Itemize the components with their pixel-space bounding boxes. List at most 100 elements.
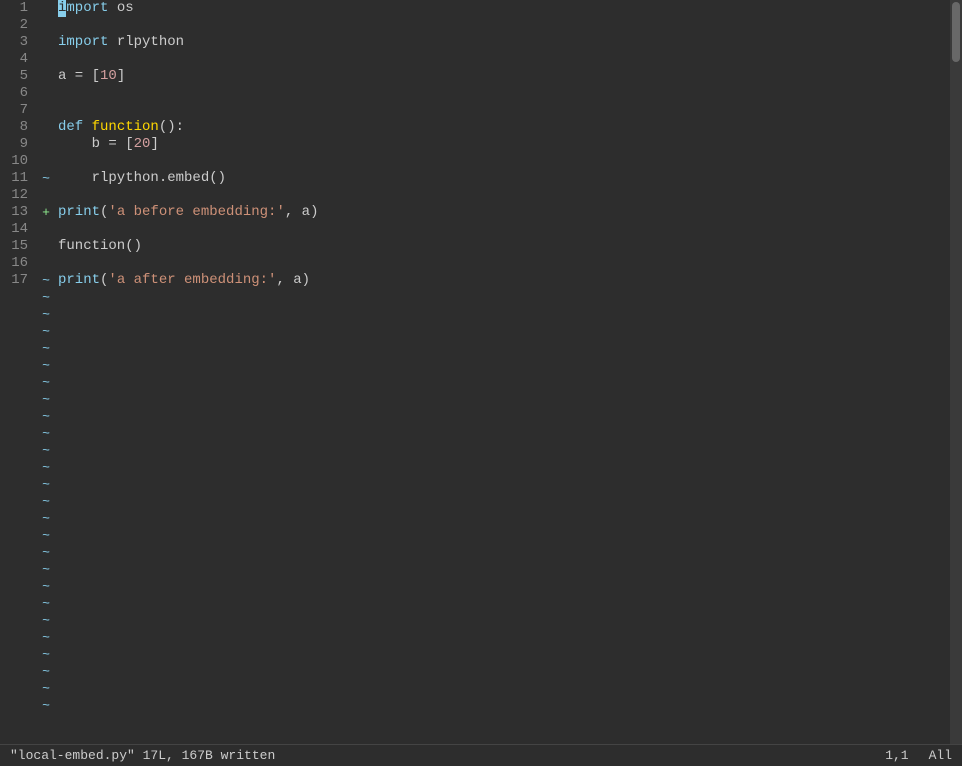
empty-line — [58, 323, 950, 340]
keyword: import — [58, 34, 108, 51]
code-text: os — [108, 0, 133, 17]
empty-line — [58, 595, 950, 612]
line-number — [0, 578, 34, 595]
keyword: print — [58, 204, 100, 221]
line-number: 11 — [0, 170, 34, 187]
code-text: ( — [100, 272, 108, 289]
line-number: 17 — [0, 272, 34, 289]
diff-marker — [40, 34, 52, 51]
code-line — [58, 153, 950, 170]
keyword: mport — [66, 0, 108, 17]
empty-line — [58, 459, 950, 476]
diff-marker — [40, 0, 52, 17]
empty-line — [58, 527, 950, 544]
code-line — [58, 255, 950, 272]
cursor-position: 1,1 — [885, 748, 908, 763]
code-line: print('a before embedding:', a) — [58, 204, 950, 221]
line-number — [0, 476, 34, 493]
empty-line — [58, 391, 950, 408]
line-number — [0, 527, 34, 544]
line-number — [0, 646, 34, 663]
empty-line — [58, 578, 950, 595]
line-number: 9 — [0, 136, 34, 153]
line-number: 10 — [0, 153, 34, 170]
status-file-info: "local-embed.py" 17L, 167B written — [10, 748, 275, 763]
diff-marker — [40, 51, 52, 68]
line-number — [0, 612, 34, 629]
diff-marker — [40, 153, 52, 170]
line-number — [0, 493, 34, 510]
code-line: import os — [58, 0, 950, 17]
diff-marker: ~ — [40, 629, 52, 646]
line-number: 2 — [0, 17, 34, 34]
string-literal: 'a after embedding:' — [108, 272, 276, 289]
diff-marker: ~ — [40, 680, 52, 697]
code-line: def function(): — [58, 119, 950, 136]
diff-marker: ~ — [40, 306, 52, 323]
code-line — [58, 51, 950, 68]
code-text: ( — [100, 204, 108, 221]
line-number — [0, 629, 34, 646]
code-text: rlpython.embed() — [58, 170, 226, 187]
empty-line — [58, 340, 950, 357]
empty-line — [58, 544, 950, 561]
scrollbar[interactable] — [950, 0, 962, 744]
status-right: 1,1 All — [885, 748, 952, 763]
empty-line — [58, 646, 950, 663]
empty-line — [58, 697, 950, 714]
code-line: print('a after embedding:', a) — [58, 272, 950, 289]
line-number: 8 — [0, 119, 34, 136]
code-line: rlpython.embed() — [58, 170, 950, 187]
diff-marker — [40, 221, 52, 238]
diff-marker: + — [40, 204, 52, 221]
line-number: 15 — [0, 238, 34, 255]
code-content[interactable]: import os import rlpython a = [10] def f… — [52, 0, 950, 744]
code-text — [83, 119, 91, 136]
keyword: print — [58, 272, 100, 289]
diff-marker: ~ — [40, 544, 52, 561]
diff-marker: ~ — [40, 595, 52, 612]
keyword: def — [58, 119, 83, 136]
diff-marker: ~ — [40, 408, 52, 425]
code-line: function() — [58, 238, 950, 255]
code-line: a = [10] — [58, 68, 950, 85]
line-number — [0, 306, 34, 323]
diff-marker: ~ — [40, 272, 52, 289]
empty-line — [58, 561, 950, 578]
line-number — [0, 425, 34, 442]
number-literal: 20 — [134, 136, 151, 153]
line-number — [0, 663, 34, 680]
diff-marker: ~ — [40, 459, 52, 476]
line-number — [0, 323, 34, 340]
line-numbers: 1234567891011121314151617 — [0, 0, 40, 744]
empty-line — [58, 442, 950, 459]
line-number — [0, 697, 34, 714]
code-line — [58, 17, 950, 34]
line-number — [0, 595, 34, 612]
code-text: function() — [58, 238, 142, 255]
line-number — [0, 374, 34, 391]
diff-marker: ~ — [40, 391, 52, 408]
line-number: 6 — [0, 85, 34, 102]
scrollbar-thumb[interactable] — [952, 2, 960, 62]
diff-marker: ~ — [40, 170, 52, 187]
diff-marker — [40, 102, 52, 119]
empty-line — [58, 680, 950, 697]
line-number — [0, 442, 34, 459]
line-number: 5 — [0, 68, 34, 85]
empty-line — [58, 357, 950, 374]
code-line — [58, 221, 950, 238]
line-number — [0, 459, 34, 476]
diff-marker: ~ — [40, 476, 52, 493]
empty-line — [58, 663, 950, 680]
code-text: b = [ — [58, 136, 134, 153]
code-line — [58, 187, 950, 204]
diff-marker: ~ — [40, 289, 52, 306]
line-number: 7 — [0, 102, 34, 119]
line-number — [0, 357, 34, 374]
diff-marker — [40, 238, 52, 255]
change-markers: ~+~~~~~~~~~~~~~~~~~~~~~~~~~~ — [40, 0, 52, 744]
empty-line — [58, 374, 950, 391]
diff-marker — [40, 119, 52, 136]
line-number — [0, 680, 34, 697]
